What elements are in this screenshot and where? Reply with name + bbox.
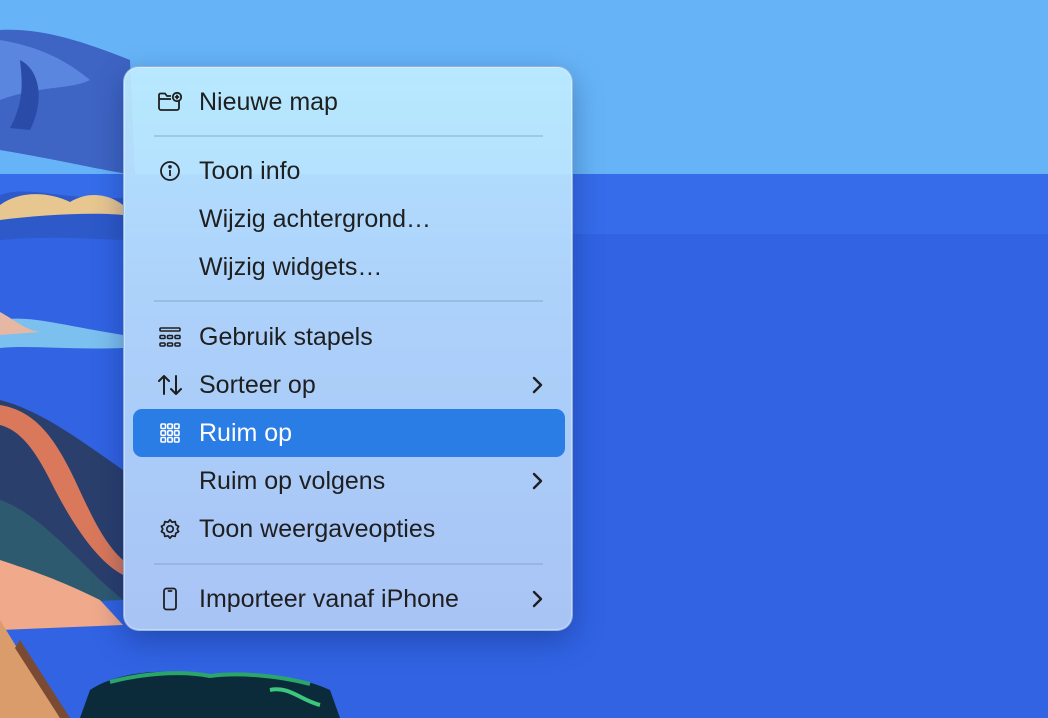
menu-item-label: Toon info [199, 157, 301, 185]
menu-item-show-view-options[interactable]: Toon weergaveopties [133, 505, 565, 553]
menu-item-new-folder[interactable]: Nieuwe map [133, 78, 565, 126]
chevron-right-icon [529, 374, 545, 396]
menu-item-label: Gebruik stapels [199, 323, 373, 351]
folder-plus-icon [157, 90, 183, 114]
menu-separator [154, 563, 543, 565]
menu-item-show-info[interactable]: Toon info [133, 147, 565, 195]
stacks-icon [157, 325, 183, 349]
sort-arrows-icon [157, 373, 183, 397]
iphone-icon [157, 587, 183, 611]
menu-item-label: Wijzig achtergrond… [199, 205, 432, 233]
chevron-right-icon [529, 470, 545, 492]
desktop-context-menu: Nieuwe map Toon info Wijzig achtergrond…… [123, 66, 573, 631]
grid-icon [157, 421, 183, 445]
menu-item-label: Ruim op [199, 419, 293, 447]
menu-separator [154, 300, 543, 302]
info-circle-icon [157, 159, 183, 183]
gear-icon [157, 517, 183, 541]
menu-item-label: Wijzig widgets… [199, 253, 383, 281]
menu-item-sort-by[interactable]: Sorteer op [133, 361, 565, 409]
menu-separator [154, 135, 543, 137]
chevron-right-icon [529, 588, 545, 610]
menu-item-edit-widgets[interactable]: Wijzig widgets… [133, 243, 565, 291]
menu-item-label: Ruim op volgens [199, 467, 386, 495]
menu-item-clean-up[interactable]: Ruim op [133, 409, 565, 457]
menu-item-label: Sorteer op [199, 371, 316, 399]
menu-item-label: Toon weergaveopties [199, 515, 436, 543]
menu-item-use-stacks[interactable]: Gebruik stapels [133, 313, 565, 361]
menu-item-import-from-iphone[interactable]: Importeer vanaf iPhone [133, 575, 565, 623]
menu-item-label: Importeer vanaf iPhone [199, 585, 459, 613]
menu-item-clean-up-by[interactable]: Ruim op volgens [133, 457, 565, 505]
menu-item-label: Nieuwe map [199, 88, 338, 116]
menu-item-change-wallpaper[interactable]: Wijzig achtergrond… [133, 195, 565, 243]
